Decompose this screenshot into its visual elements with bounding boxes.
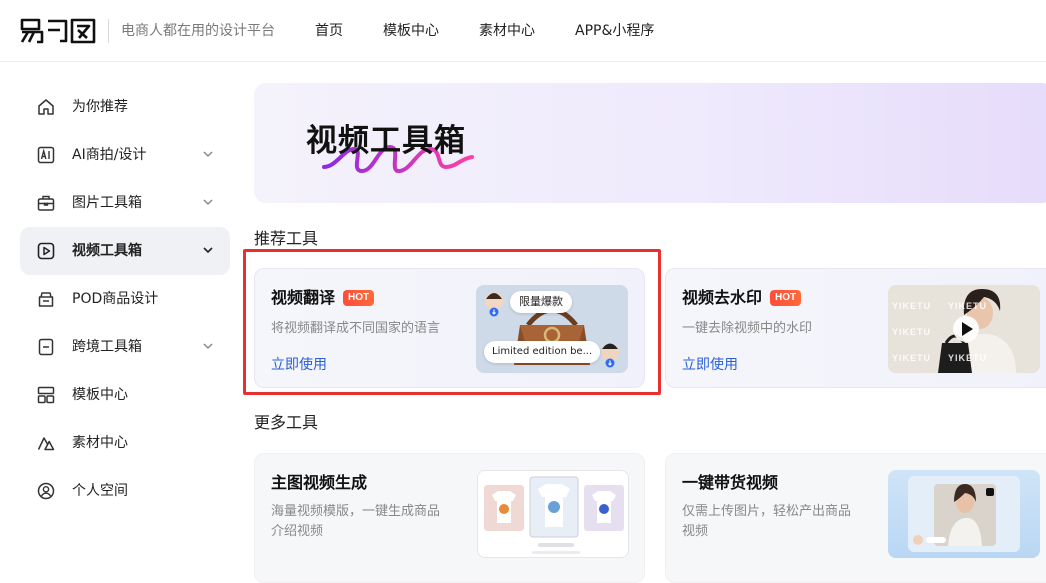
- sidebar-item-label: 视频工具箱: [72, 243, 142, 259]
- use-now-link[interactable]: 立即使用: [271, 355, 327, 375]
- sidebar-item-label: 跨境工具箱: [72, 339, 142, 355]
- tool-card-video-watermark[interactable]: 视频去水印 HOT 一键去除视频中的水印 立即使用 YIKETU YIKETU …: [665, 268, 1046, 388]
- pod-icon: [38, 292, 54, 307]
- slogan: 电商人都在用的设计平台: [108, 19, 275, 43]
- sidebar-item-label: 个人空间: [72, 483, 128, 499]
- speech-bubble-bottom: Limited edition be...: [484, 341, 601, 363]
- use-now-link[interactable]: 立即使用: [682, 355, 738, 375]
- hot-badge: HOT: [343, 290, 375, 306]
- sidebar-item-label: POD商品设计: [72, 291, 159, 307]
- card-title: 一键带货视频: [682, 473, 779, 492]
- ai-icon: [37, 146, 55, 164]
- user-icon: [37, 482, 55, 500]
- shapes-icon: [37, 437, 55, 451]
- sidebar: 为你推荐 AI商拍/设计 图片工具箱 视频工具箱 POD商品设计 跨境工具箱 模…: [0, 63, 240, 565]
- chevron-down-icon[interactable]: [202, 196, 214, 208]
- toolbox-icon: [37, 195, 55, 211]
- tshirt-mockup-image-icon: [484, 476, 624, 554]
- sidebar-item-template-center[interactable]: 模板中心: [20, 371, 230, 419]
- card-description: 一键去除视频中的水印: [682, 321, 813, 336]
- sidebar-item-recommend[interactable]: 为你推荐: [20, 83, 230, 131]
- watermark-text: YIKETU: [892, 327, 932, 337]
- nav-home[interactable]: 首页: [315, 20, 343, 42]
- chevron-down-icon[interactable]: [202, 340, 214, 352]
- tool-card-video-translate[interactable]: 视频翻译 HOT 将视频翻译成不同国家的语言 立即使用 限量爆款 Limited…: [254, 268, 645, 388]
- sidebar-item-label: 模板中心: [72, 387, 128, 403]
- watermark-text: YIKETU: [892, 353, 932, 363]
- section-title-more: 更多工具: [254, 413, 319, 432]
- card-title: 主图视频生成: [271, 473, 368, 492]
- page-title: 视频工具箱: [306, 123, 466, 159]
- fashion-video-image-icon: [908, 476, 1020, 552]
- nav-template-center[interactable]: 模板中心: [383, 20, 439, 42]
- card-description: 视频: [682, 524, 709, 539]
- template-grid-icon: [37, 386, 55, 404]
- sidebar-item-label: 素材中心: [72, 435, 128, 451]
- sidebar-item-label: AI商拍/设计: [72, 147, 147, 163]
- sidebar-item-label: 图片工具箱: [72, 195, 142, 211]
- sidebar-item-image-toolbox[interactable]: 图片工具箱: [20, 179, 230, 227]
- card-description: 介绍视频: [271, 524, 324, 539]
- sidebar-item-pod[interactable]: POD商品设计: [20, 275, 230, 323]
- tool-card-main-image-video[interactable]: 主图视频生成 海量视频模版，一键生成商品 介绍视频: [254, 453, 645, 583]
- logo-mark-icon: [20, 18, 96, 44]
- video-play-icon: [37, 242, 55, 260]
- chevron-down-icon[interactable]: [202, 244, 214, 256]
- sidebar-item-material-center[interactable]: 素材中心: [20, 419, 230, 467]
- logo[interactable]: [20, 17, 96, 45]
- watermark-text: YIKETU: [948, 301, 988, 311]
- card-thumbnail: [477, 470, 629, 558]
- speech-bubble-top: 限量爆款: [510, 291, 572, 313]
- home-icon: [38, 99, 54, 115]
- cross-border-icon: [38, 338, 54, 356]
- page-banner: 视频工具箱: [254, 83, 1046, 203]
- card-thumbnail: YIKETU YIKETU YIKETU YIKETU YIKETU: [888, 285, 1040, 373]
- nav-material-center[interactable]: 素材中心: [479, 20, 535, 42]
- watermark-text: YIKETU: [892, 301, 932, 311]
- chevron-down-icon[interactable]: [202, 148, 214, 160]
- card-description: 将视频翻译成不同国家的语言: [271, 321, 441, 336]
- sidebar-item-label: 为你推荐: [72, 99, 128, 115]
- top-header: 电商人都在用的设计平台 首页 模板中心 素材中心 APP&小程序: [0, 0, 1046, 62]
- tool-card-product-video[interactable]: 一键带货视频 仅需上传图片，轻松产出商品 视频: [665, 453, 1046, 583]
- card-description: 仅需上传图片，轻松产出商品: [682, 504, 852, 519]
- card-description: 海量视频模版，一键生成商品: [271, 504, 441, 519]
- hot-badge: HOT: [770, 290, 802, 306]
- sidebar-item-cross-border[interactable]: 跨境工具箱: [20, 323, 230, 371]
- section-title-recommended: 推荐工具: [254, 229, 319, 248]
- card-title: 视频去水印: [682, 288, 763, 307]
- card-thumbnail: 限量爆款 Limited edition be...: [476, 285, 628, 373]
- sidebar-item-ai[interactable]: AI商拍/设计: [20, 131, 230, 179]
- watermark-text: YIKETU: [948, 353, 988, 363]
- sidebar-item-video-toolbox[interactable]: 视频工具箱: [20, 227, 230, 275]
- card-title: 视频翻译: [271, 288, 336, 307]
- sidebar-item-personal-space[interactable]: 个人空间: [20, 467, 230, 515]
- nav-app-miniprogram[interactable]: APP&小程序: [575, 20, 654, 42]
- card-thumbnail: [888, 470, 1040, 558]
